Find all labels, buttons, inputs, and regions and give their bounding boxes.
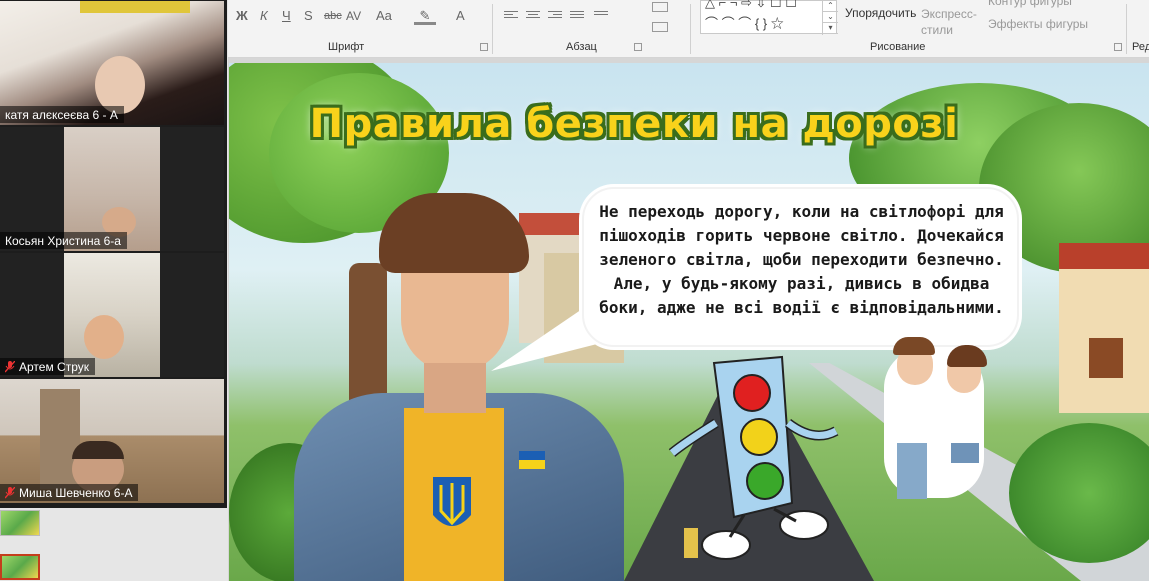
yellow-light [740, 418, 778, 456]
girl-child-shorts [951, 443, 979, 463]
slide-thumbnail-selected[interactable] [0, 554, 40, 580]
participant-name: Артем Струк [0, 358, 95, 375]
underline-button[interactable]: Ч [282, 7, 291, 25]
align-right-icon[interactable] [548, 11, 562, 21]
align-center-icon[interactable] [526, 11, 540, 21]
bush-illustration [1009, 423, 1149, 563]
bold-button[interactable]: Ж [236, 7, 248, 25]
participant-tile[interactable]: Миша Шевченко 6-А [0, 379, 224, 503]
mic-muted-icon [5, 361, 15, 373]
font-color-button[interactable]: A [456, 7, 465, 25]
spacing-button[interactable]: AV [346, 7, 361, 25]
paragraph-group-label: Абзац [566, 41, 597, 53]
trident-icon [433, 477, 471, 526]
paragraph-dialog-launcher-icon[interactable] [634, 43, 642, 51]
justify-icon[interactable] [570, 11, 584, 21]
slide-thumbnail[interactable] [0, 510, 40, 536]
girl-child-hair [947, 345, 987, 367]
participant-tile[interactable]: катя алєксеєва 6 - А [0, 1, 224, 125]
italic-button[interactable]: К [260, 7, 268, 25]
house-illustration [1059, 243, 1149, 413]
divider [1126, 4, 1127, 54]
background-flag [80, 1, 190, 13]
slide-title[interactable]: Правила безпеки на дорозі [289, 101, 979, 147]
shape-effects-button[interactable]: Эффекты фигуры [988, 17, 1088, 31]
participants-panel: катя алєксеєва 6 - А Косьян Христина 6-а… [0, 0, 227, 508]
divider [492, 4, 493, 54]
app-window: катя алєксеєва 6 - А Косьян Христина 6-а… [0, 0, 1149, 581]
drawing-group-label: Рисование [870, 41, 926, 53]
divider [690, 4, 691, 54]
change-case-button[interactable]: Aa [376, 7, 392, 25]
participant-tile[interactable]: Артем Струк [0, 253, 224, 377]
boy-child-hair [893, 337, 935, 355]
shapes-scroll[interactable]: ⌃ ⌄ ▾ [822, 1, 838, 35]
mic-muted-icon [5, 487, 15, 499]
font-group-label: Шрифт [328, 41, 365, 53]
shadow-button[interactable]: S [304, 7, 313, 25]
traffic-light-character[interactable] [664, 353, 844, 563]
participant-tile[interactable]: Косьян Христина 6-а [0, 127, 224, 251]
participant-name: Миша Шевченко 6-А [0, 484, 139, 501]
house-door [1089, 338, 1123, 378]
highlight-button[interactable]: ✎ [414, 7, 436, 25]
strikethrough-button[interactable]: abc [324, 7, 342, 25]
text-direction-icon[interactable] [652, 2, 668, 12]
smartart-icon[interactable] [652, 22, 668, 32]
quick-styles-button[interactable]: Экспресс-стили [921, 6, 977, 38]
speech-bubble-text[interactable]: Не переходь дорогу, коли на світлофорі д… [589, 200, 1014, 320]
editing-group-label: Ред [1132, 41, 1149, 53]
drawing-dialog-launcher-icon[interactable] [1114, 43, 1122, 51]
red-light [733, 374, 771, 412]
shape-outline-button[interactable]: Контур фигуры [988, 0, 1072, 8]
boy-neck [424, 363, 486, 413]
participant-name: Косьян Христина 6-а [0, 232, 127, 249]
arrange-button[interactable]: Упорядочить [845, 6, 916, 20]
participant-hair [72, 441, 124, 459]
font-dialog-launcher-icon[interactable] [480, 43, 488, 51]
boy-child-jeans [897, 443, 927, 499]
participant-name: катя алєксеєва 6 - А [0, 106, 124, 123]
boy-hair [379, 193, 529, 273]
align-left-icon[interactable] [504, 11, 518, 21]
ribbon: Ж К Ч S abc AV Aa ✎ A Шрифт Абзац △ ⌐ ¬ … [228, 0, 1149, 58]
slide[interactable]: Правила безпеки на дорозі Не переходь до… [229, 63, 1149, 581]
green-light [746, 462, 784, 500]
participant-face [84, 315, 124, 359]
ukraine-flag-icon [519, 451, 545, 469]
shapes-gallery[interactable]: △ ⌐ ¬ ⇨ ⇩ ☐ ☐ ⌒ ⌒ ⌒ { } ☆ ⌃ ⌄ ▾ [700, 0, 838, 35]
columns-icon[interactable] [594, 11, 608, 21]
